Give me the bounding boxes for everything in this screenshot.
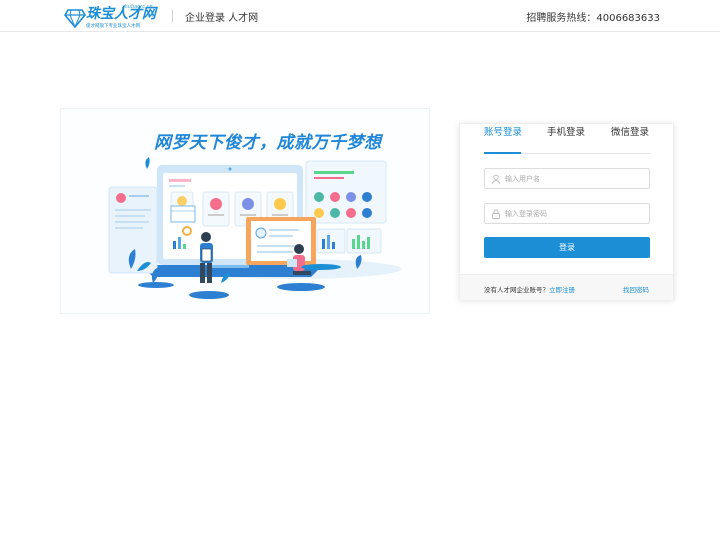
username-input[interactable] xyxy=(505,171,645,186)
user-icon xyxy=(491,174,501,184)
password-field xyxy=(484,203,650,224)
header-bar: zhubaorc.cn 珠宝人才网 俊才网旗下专业珠宝人才网 企业登录 人才网 … xyxy=(0,0,720,32)
hero-banner: 网罗天下俊才，成就万千梦想 xyxy=(60,108,430,314)
lock-icon xyxy=(492,209,500,219)
login-card: 账号登录 手机登录 微信登录 登录 没有人才网企业账号？立即注册 找回密码 xyxy=(459,123,674,300)
page-title: 企业登录 人才网 xyxy=(185,13,259,24)
tab-phone-login[interactable]: 手机登录 xyxy=(547,124,585,138)
logo-slogan: 俊才网旗下专业珠宝人才网 xyxy=(86,24,140,29)
diamond-logo-icon xyxy=(64,9,86,28)
password-input[interactable] xyxy=(505,206,645,221)
tab-wechat-login[interactable]: 微信登录 xyxy=(611,124,649,138)
recruitment-illustration xyxy=(108,157,401,299)
login-footer: 没有人才网企业账号？立即注册 找回密码 xyxy=(460,274,673,300)
site-logo[interactable]: zhubaorc.cn 珠宝人才网 俊才网旗下专业珠宝人才网 xyxy=(64,4,160,30)
register-link[interactable]: 立即注册 xyxy=(549,286,575,294)
active-tab-indicator xyxy=(484,152,521,154)
tab-account-login[interactable]: 账号登录 xyxy=(484,124,522,138)
header-divider xyxy=(172,10,173,22)
login-button[interactable]: 登录 xyxy=(484,237,650,258)
forgot-password-link[interactable]: 找回密码 xyxy=(623,284,649,294)
no-account-text: 没有人才网企业账号？ xyxy=(484,286,549,294)
no-account-prompt: 没有人才网企业账号？立即注册 xyxy=(484,284,575,294)
logo-name: 珠宝人才网 xyxy=(86,6,156,22)
service-hotline: 招聘服务热线：4006683633 xyxy=(526,13,660,24)
username-field xyxy=(484,168,650,189)
